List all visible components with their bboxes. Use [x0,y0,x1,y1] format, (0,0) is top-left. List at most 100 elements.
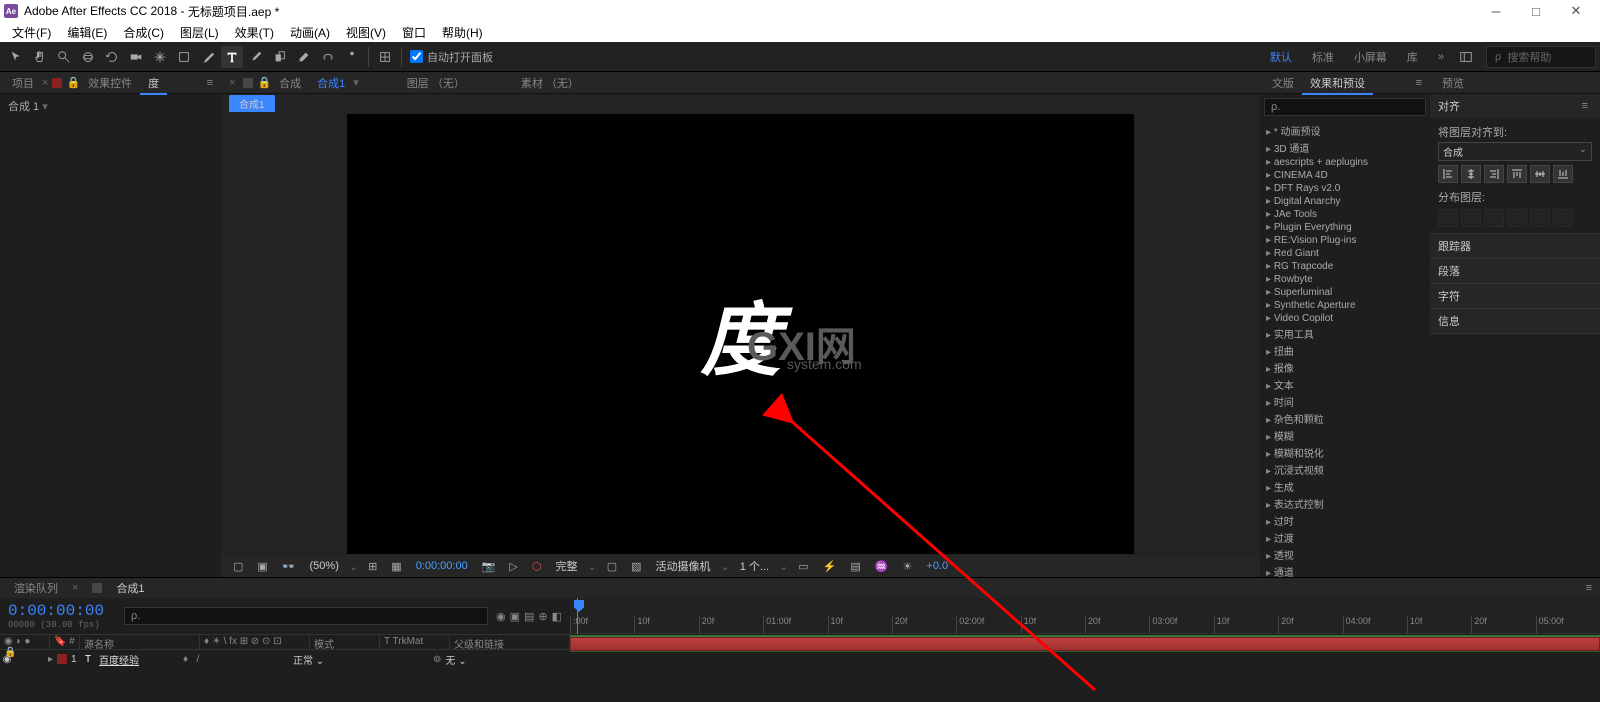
workspace-library[interactable]: 库 [1397,47,1428,67]
camera-tool-icon[interactable] [125,46,147,68]
show-snapshot-icon[interactable]: ▷ [505,560,521,573]
workspace-small[interactable]: 小屏幕 [1344,47,1397,67]
auto-open-checkbox[interactable] [410,50,423,63]
menu-window[interactable]: 窗口 [394,24,434,41]
pan-behind-tool-icon[interactable] [149,46,171,68]
menu-edit[interactable]: 编辑(E) [59,24,115,41]
pen-tool-icon[interactable] [197,46,219,68]
close-tab-icon[interactable]: × [225,77,239,89]
effects-category[interactable]: DFT Rays v2.0 [1264,182,1426,195]
minimize-button[interactable]: ─ [1476,0,1516,22]
parent-pickwhip-icon[interactable]: ⊚ [433,654,441,665]
type-tool-icon[interactable] [221,46,243,68]
roi-icon[interactable]: ▢ [603,560,621,573]
display-icon[interactable]: ▢ [229,560,247,573]
timeline-comp-tab[interactable]: 合成1 [106,578,154,598]
exposure-value[interactable]: +0.0 [922,560,952,572]
hand-tool-icon[interactable] [29,46,51,68]
flowchart-tab[interactable]: 合成1 [229,95,275,112]
channel-icon[interactable]: ▣ [253,560,271,573]
menu-effect[interactable]: 效果(T) [227,24,282,41]
panel-menu-icon[interactable]: ≡ [1582,582,1596,594]
fast-preview-icon[interactable]: ⚡ [819,560,841,573]
clone-tool-icon[interactable] [269,46,291,68]
selection-tool-icon[interactable] [5,46,27,68]
workspace-panel-icon[interactable] [1455,46,1477,68]
effects-category[interactable]: Synthetic Aperture [1264,299,1426,312]
align-bottom-icon[interactable] [1553,165,1573,183]
render-queue-tab[interactable]: 渲染队列 [4,578,68,598]
effects-category[interactable]: 文本 [1264,376,1426,393]
lock-icon[interactable]: 🔒 [257,76,271,89]
effects-category[interactable]: 沉浸式视频 [1264,461,1426,478]
pixel-aspect-icon[interactable]: ▭ [794,560,812,573]
align-to-dropdown[interactable]: 合成 [1438,142,1592,161]
tl-toggle-3-icon[interactable]: ▤ [524,610,534,623]
effects-category[interactable]: 模糊和锐化 [1264,444,1426,461]
workspace-default[interactable]: 默认 [1260,47,1302,67]
effects-category[interactable]: 实用工具 [1264,325,1426,342]
text-panel-tab[interactable]: 文版 [1264,73,1302,93]
effects-category[interactable]: JAe Tools [1264,208,1426,221]
blend-mode-dropdown[interactable]: 正常 ⌄ [293,652,363,667]
camera-dropdown[interactable]: 活动摄像机 [652,558,715,574]
work-area-bar[interactable] [570,634,1600,652]
menu-file[interactable]: 文件(F) [4,24,59,41]
effects-category[interactable]: 过渡 [1264,529,1426,546]
puppet-tool-icon[interactable] [341,46,363,68]
close-tab-icon[interactable]: × [42,77,48,89]
viewer-tab-comp-active[interactable]: 合成1 [309,73,353,93]
resolution-icon[interactable]: ⊞ [364,560,381,573]
align-hcenter-icon[interactable] [1461,165,1481,183]
search-help-input[interactable]: ρ 搜索帮助 [1486,46,1596,68]
tl-toggle-1-icon[interactable]: ◉ [496,610,506,623]
effects-tree[interactable]: * 动画预设3D 通道aescripts + aepluginsCINEMA 4… [1260,120,1430,577]
effects-category[interactable]: 透视 [1264,546,1426,563]
effects-category[interactable]: 扭曲 [1264,342,1426,359]
source-name-column[interactable]: 源名称 [80,635,200,649]
effects-category[interactable]: CINEMA 4D [1264,169,1426,182]
menu-layer[interactable]: 图层(L) [172,24,227,41]
menu-composition[interactable]: 合成(C) [115,24,172,41]
layer-color-chip[interactable] [57,654,67,664]
effects-category[interactable]: RG Trapcode [1264,260,1426,273]
project-tab[interactable]: 项目 [4,73,42,93]
close-button[interactable]: ✕ [1556,0,1596,22]
menu-view[interactable]: 视图(V) [338,24,394,41]
timeline-icon[interactable]: ▤ [846,560,864,573]
align-top-icon[interactable] [1507,165,1527,183]
effects-category[interactable]: 时间 [1264,393,1426,410]
panel-menu-icon[interactable]: ≡ [1578,100,1592,112]
effects-search-input[interactable]: ρ. [1264,98,1426,116]
brush-tool-icon[interactable] [245,46,267,68]
snap-icon[interactable] [374,46,396,68]
panel-menu-icon[interactable]: ≡ [203,77,217,89]
quality-dropdown[interactable]: 完整 [551,558,581,574]
eraser-tool-icon[interactable] [293,46,315,68]
views-dropdown[interactable]: 1 个... [736,558,773,574]
effects-category[interactable]: Rowbyte [1264,273,1426,286]
align-right-icon[interactable] [1484,165,1504,183]
rgb-icon[interactable]: ⬡ [528,560,546,573]
viewer-tab-comp-label[interactable]: 合成 [271,73,309,93]
tracker-panel-title[interactable]: 跟踪器 [1438,238,1471,254]
workspace-standard[interactable]: 标准 [1302,47,1344,67]
timeline-search[interactable]: ρ. [124,607,488,625]
effects-category[interactable]: aescripts + aeplugins [1264,156,1426,169]
effects-category[interactable]: Digital Anarchy [1264,195,1426,208]
menu-animation[interactable]: 动画(A) [282,24,338,41]
tl-toggle-4-icon[interactable]: ⊕ [538,610,547,623]
effects-category[interactable]: 杂色和颗粒 [1264,410,1426,427]
comp-list[interactable]: 合成 1 ▾ [0,94,221,577]
info-panel-title[interactable]: 信息 [1438,313,1460,329]
effects-category[interactable]: 表达式控制 [1264,495,1426,512]
align-panel-title[interactable]: 对齐 [1438,98,1460,114]
mode-column[interactable]: 模式 [310,635,380,649]
time-ruler[interactable]: :00f10f20f01:00f10f20f02:00f10f20f03:00f… [570,598,1600,634]
zoom-tool-icon[interactable] [53,46,75,68]
roto-tool-icon[interactable] [317,46,339,68]
effects-category[interactable]: Red Giant [1264,247,1426,260]
tl-toggle-5-icon[interactable]: ◧ [552,610,562,623]
effects-category[interactable]: Video Copilot [1264,312,1426,325]
character-panel-title[interactable]: 字符 [1438,288,1460,304]
